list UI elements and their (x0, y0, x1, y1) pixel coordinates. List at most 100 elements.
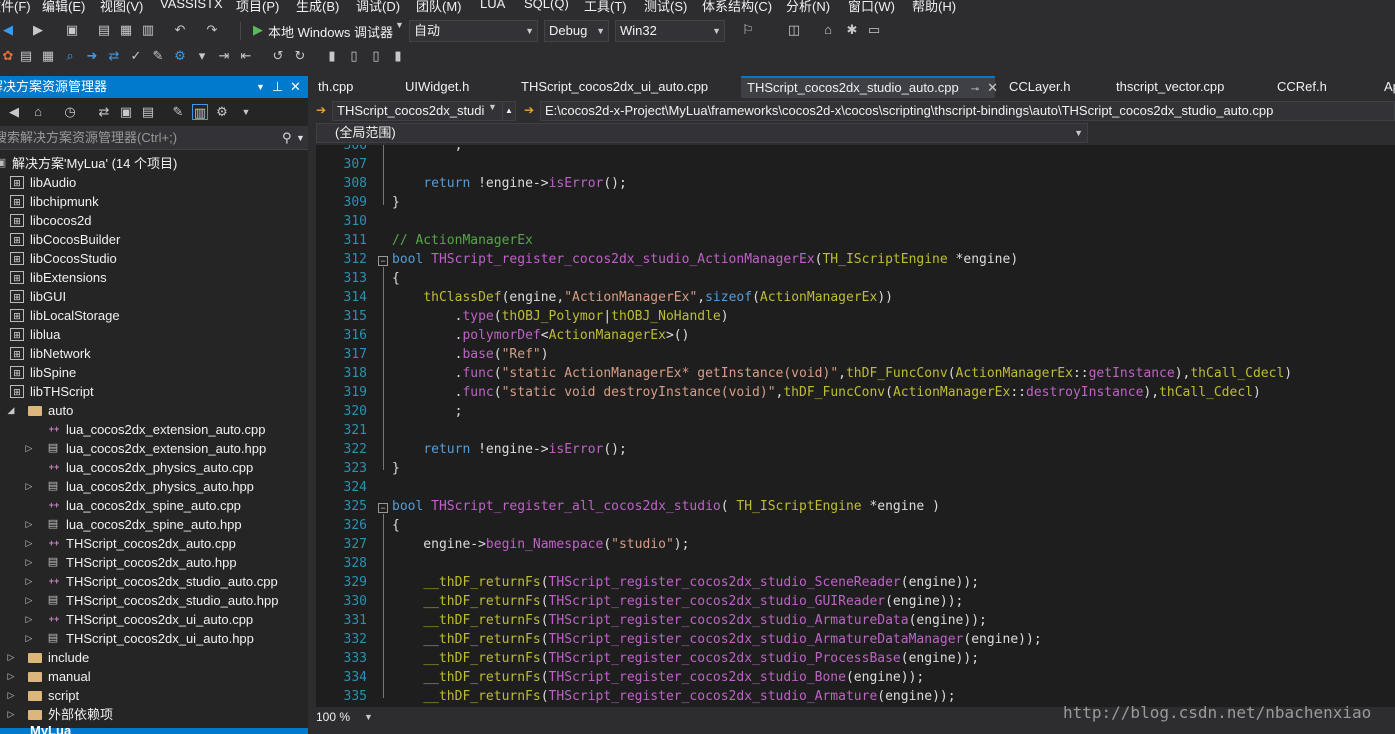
solution-root[interactable]: ▣ 解决方案'MyLua' (14 个项目) (0, 154, 308, 173)
code-line[interactable]: bool THScript_register_all_cocos2dx_stud… (392, 499, 940, 514)
platform-combo[interactable]: Win32 ▼ (615, 20, 725, 42)
editor-tab[interactable]: THScript_cocos2dx_ui_auto.cpp (521, 76, 708, 98)
menu-item[interactable]: 编辑(E) (42, 0, 85, 15)
project-item[interactable]: ⊞ libCocosStudio (0, 249, 308, 268)
collapse-toggle-icon[interactable]: − (378, 256, 388, 266)
window-position-icon[interactable]: ▼ (256, 76, 265, 98)
collapsed-arrow-icon[interactable]: ▷ (6, 648, 16, 667)
rename-icon[interactable]: ✎ (150, 48, 166, 64)
menu-item[interactable]: 工具(T) (584, 0, 627, 15)
open-file-icon[interactable]: ▤ (18, 48, 34, 64)
menu-item[interactable]: 分析(N) (786, 0, 830, 15)
history-icon[interactable]: ◷ (62, 104, 78, 120)
code-line[interactable]: __thDF_returnFs(THScript_register_cocos2… (392, 670, 924, 685)
refactor-icon[interactable]: ⚙ (172, 48, 188, 64)
menu-item[interactable]: 测试(S) (644, 0, 687, 15)
code-line[interactable]: return !engine->isError(); (392, 176, 627, 191)
window-icon[interactable]: ▭ (866, 22, 882, 38)
code-line[interactable]: { (392, 518, 400, 533)
code-line[interactable]: __thDF_returnFs(THScript_register_cocos2… (392, 613, 987, 628)
project-item[interactable]: ⊞ libExtensions (0, 268, 308, 287)
solution-config-auto-combo[interactable]: 自动 ▼ (409, 20, 538, 42)
file-item[interactable]: ▷ ▤ THScript_cocos2dx_studio_auto.hpp (0, 591, 308, 610)
debugger-dropdown-icon[interactable]: ▼ (395, 20, 404, 30)
sync-icon[interactable]: ⇄ (96, 104, 112, 120)
collapsed-arrow-icon[interactable]: ▷ (6, 667, 16, 686)
menu-item[interactable]: 调试(D) (356, 0, 400, 15)
collapsed-arrow-icon[interactable]: ▷ (24, 553, 34, 572)
file-item[interactable]: ▷ ▤ lua_cocos2dx_physics_auto.hpp (0, 477, 308, 496)
file-item[interactable]: ▷ ▤ THScript_cocos2dx_auto.hpp (0, 553, 308, 572)
collapsed-arrow-icon[interactable]: ▷ (24, 534, 34, 553)
file-item[interactable]: ++ lua_cocos2dx_extension_auto.cpp (0, 420, 308, 439)
debugger-label[interactable]: 本地 Windows 调试器 (268, 22, 393, 41)
expanded-arrow-icon[interactable]: ◢ (6, 401, 16, 420)
file-item[interactable]: ▷ ++ THScript_cocos2dx_studio_auto.cpp (0, 572, 308, 591)
collapse-all-icon[interactable]: ▣ (118, 104, 134, 120)
editor-tab[interactable]: th.cpp (318, 76, 353, 98)
clear-bookmarks-icon[interactable]: ▮ (390, 48, 406, 64)
code-line[interactable]: thClassDef(engine,"ActionManagerEx",size… (392, 290, 893, 305)
outdent-icon[interactable]: ⇤ (238, 48, 254, 64)
search-icon[interactable]: ⌕ (62, 48, 78, 64)
file-item[interactable]: ++ lua_cocos2dx_spine_auto.cpp (0, 496, 308, 515)
find-icon[interactable]: ⌂ (820, 22, 836, 38)
file-item[interactable]: ▷ ▤ THScript_cocos2dx_ui_auto.hpp (0, 629, 308, 648)
goto-icon[interactable]: ➜ (84, 48, 100, 64)
project-item[interactable]: ⊞ libNetwork (0, 344, 308, 363)
collapsed-arrow-icon[interactable]: ▷ (24, 591, 34, 610)
bookmark-toggle-icon[interactable]: ▮ (324, 48, 340, 64)
code-line[interactable]: ; (392, 404, 463, 419)
zoom-combo[interactable]: 100 % ▼ (316, 709, 373, 725)
project-item[interactable]: ⊞ libAudio (0, 173, 308, 192)
project-item[interactable]: ⊞ libGUI (0, 287, 308, 306)
code-line[interactable]: __thDF_returnFs(THScript_register_cocos2… (392, 651, 979, 666)
next-bookmark-icon[interactable]: ↻ (292, 48, 308, 64)
project-item[interactable]: ⊞ libLocalStorage (0, 306, 308, 325)
file-item[interactable]: ▷ ▤ lua_cocos2dx_spine_auto.hpp (0, 515, 308, 534)
back-icon[interactable]: ◀ (0, 22, 16, 38)
collapsed-arrow-icon[interactable]: ▷ (24, 439, 34, 458)
code-line[interactable]: bool THScript_register_cocos2dx_studio_A… (392, 252, 1018, 267)
pin-icon[interactable]: ⊥ (272, 76, 283, 98)
chevron-down-icon[interactable]: ▼ (488, 102, 497, 112)
comment-icon[interactable]: ▾ (194, 48, 210, 64)
menu-item[interactable]: 团队(M) (416, 0, 462, 15)
code-line[interactable]: __thDF_returnFs(THScript_register_cocos2… (392, 632, 1041, 647)
code-line[interactable]: .func("static void destroyInstance(void)… (392, 385, 1261, 400)
redo-icon[interactable]: ↷ (204, 22, 220, 38)
folder-item[interactable]: ▷ manual (0, 667, 308, 686)
bookmark-icon[interactable]: ◫ (786, 22, 802, 38)
menu-item[interactable]: LUA (480, 0, 505, 11)
forward-icon[interactable]: ▶ (30, 22, 46, 38)
collapse-toggle-icon[interactable]: − (378, 503, 388, 513)
editor-tab[interactable]: CCLayer.h (1009, 76, 1070, 98)
folder-item[interactable]: ▷ 外部依赖项 (0, 705, 308, 724)
project-item[interactable]: ⊞ libTHScript (0, 382, 308, 401)
list-methods-icon[interactable]: ▦ (40, 48, 56, 64)
attach-process-icon[interactable]: ⚐ (740, 22, 756, 38)
menu-item[interactable]: VASSISTX (160, 0, 223, 11)
project-item[interactable]: ⊞ libSpine (0, 363, 308, 382)
menu-item[interactable]: 项目(P) (236, 0, 279, 15)
file-combo[interactable]: THScript_cocos2dx_studi (332, 101, 510, 121)
code-line[interactable]: ; (392, 145, 463, 153)
scroll-spinner[interactable]: ▲ (502, 101, 516, 121)
code-line[interactable]: __thDF_returnFs(THScript_register_cocos2… (392, 689, 955, 704)
menu-item[interactable]: 文件(F) (0, 0, 31, 15)
new-project-icon[interactable]: ▣ (64, 22, 80, 38)
home-icon[interactable]: ⌂ (30, 104, 46, 120)
show-all-files-icon[interactable]: ▤ (140, 104, 156, 120)
bookmark-next-icon[interactable]: ▯ (368, 48, 384, 64)
code-line[interactable]: .func("static ActionManagerEx* getInstan… (392, 366, 1293, 381)
code-line[interactable]: __thDF_returnFs(THScript_register_cocos2… (392, 594, 963, 609)
close-icon[interactable]: ✕ (290, 76, 301, 98)
code-line[interactable]: // ActionManagerEx (392, 233, 533, 248)
spell-check-icon[interactable]: ✓ (128, 48, 144, 64)
scope-combo[interactable]: (全局范围) ▼ (316, 123, 1088, 143)
project-item[interactable]: ⊞ libcocos2d (0, 211, 308, 230)
menu-item[interactable]: 体系结构(C) (702, 0, 772, 15)
editor-tab[interactable]: THScript_cocos2dx_studio_auto.cpp ⊸ ✕ (741, 76, 998, 98)
start-debug-icon[interactable]: ▶ (250, 22, 266, 38)
properties-icon[interactable]: ✎ (170, 104, 186, 120)
